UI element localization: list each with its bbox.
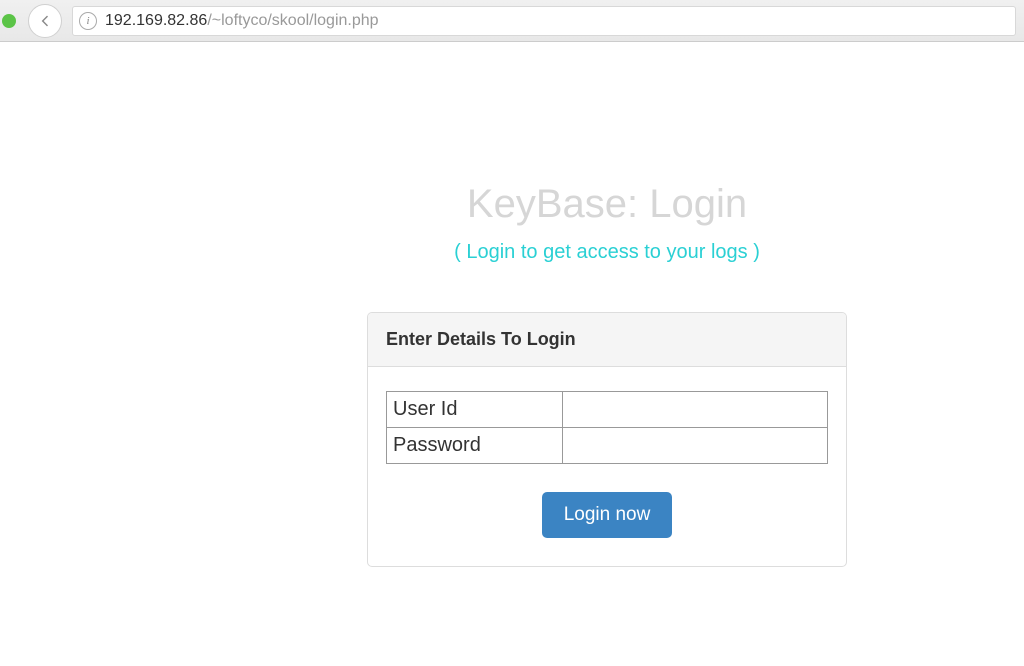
user-id-input[interactable] [563,392,827,427]
url-text: 192.169.82.86 /~loftyco/skool/login.php [105,12,379,30]
password-cell [563,428,828,464]
login-button[interactable]: Login now [542,492,673,538]
table-row: User Id [387,392,828,428]
address-bar[interactable]: i 192.169.82.86 /~loftyco/skool/login.ph… [72,6,1016,36]
password-label: Password [387,428,563,464]
page-subtitle: ( Login to get access to your logs ) [367,241,847,264]
login-table: User Id Password [386,391,828,464]
table-row: Password [387,428,828,464]
back-arrow-icon [37,13,53,29]
user-id-label: User Id [387,392,563,428]
site-info-icon[interactable]: i [79,12,97,30]
content-inner: KeyBase: Login ( Login to get access to … [367,182,847,567]
button-row: Login now [386,492,828,538]
panel-body: User Id Password Login now [368,367,846,566]
page-title: KeyBase: Login [367,182,847,227]
back-button[interactable] [28,4,62,38]
panel-header: Enter Details To Login [368,313,846,367]
url-host: 192.169.82.86 [105,12,207,30]
browser-toolbar: i 192.169.82.86 /~loftyco/skool/login.ph… [0,0,1024,42]
url-path: /~loftyco/skool/login.php [207,12,378,30]
window-indicator [2,14,16,28]
password-input[interactable] [563,428,827,463]
page-content: KeyBase: Login ( Login to get access to … [0,42,1024,567]
user-id-cell [563,392,828,428]
login-panel: Enter Details To Login User Id Password [367,312,847,567]
